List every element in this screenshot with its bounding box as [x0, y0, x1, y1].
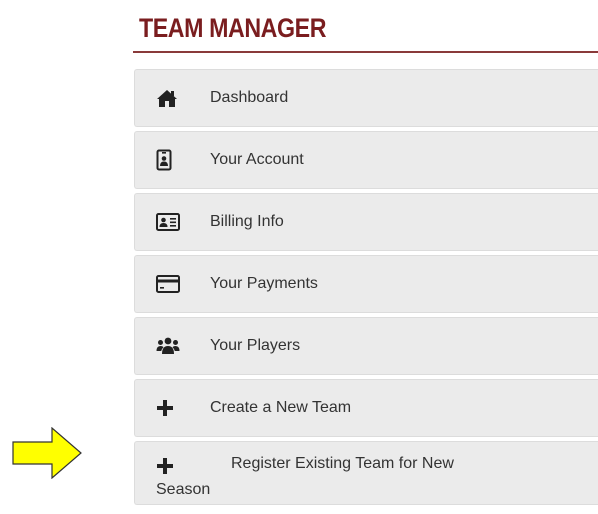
- credit-card-icon: [156, 272, 182, 296]
- menu-item-label-line2: Season: [156, 481, 211, 498]
- menu-item-label: Billing Info: [210, 213, 284, 230]
- menu-item-label: Dashboard: [210, 89, 289, 106]
- users-icon: [156, 334, 182, 358]
- menu-item-label: Create a New Team: [210, 399, 352, 416]
- address-card-icon: [156, 210, 182, 234]
- menu-item-label: Your Account: [210, 151, 304, 168]
- menu-item-dashboard[interactable]: Dashboard: [134, 69, 598, 127]
- menu-item-your-account[interactable]: Your Account: [134, 131, 598, 189]
- home-icon: [156, 86, 182, 110]
- team-manager-menu: Dashboard Your Account Billing Info Your…: [134, 69, 598, 509]
- menu-item-label-line1: Register Existing Team for New: [231, 455, 454, 472]
- menu-item-label: Your Payments: [210, 275, 318, 292]
- id-badge-icon: [156, 148, 182, 172]
- menu-item-billing-info[interactable]: Billing Info: [134, 193, 598, 251]
- menu-item-register-existing-team[interactable]: Register Existing Team for New Season: [134, 441, 598, 505]
- menu-item-your-players[interactable]: Your Players: [134, 317, 598, 375]
- menu-item-your-payments[interactable]: Your Payments: [134, 255, 598, 313]
- menu-item-label: Your Players: [210, 337, 301, 354]
- page-title: TEAM MANAGER: [139, 13, 327, 43]
- menu-item-label: Register Existing Team for New Season: [135, 451, 555, 503]
- arrow-right-icon: [12, 427, 82, 479]
- plus-icon: [156, 396, 182, 420]
- title-divider: [133, 51, 598, 53]
- menu-item-create-new-team[interactable]: Create a New Team: [134, 379, 598, 437]
